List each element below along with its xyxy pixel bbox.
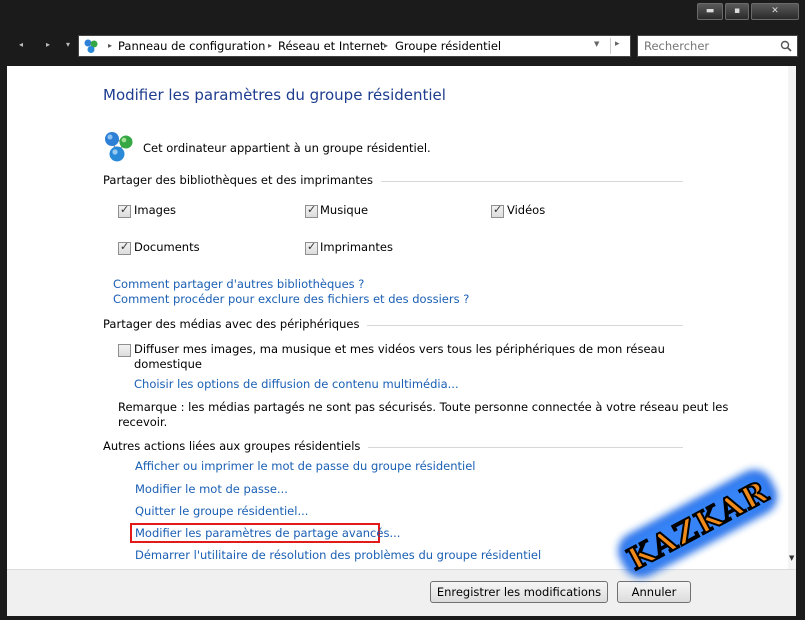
minimize-button[interactable]: ▬ <box>697 3 723 20</box>
breadcrumb-separator[interactable]: ▸ <box>384 39 388 53</box>
title-bar: ▬ ▪ ✕ <box>0 0 805 30</box>
membership-status: Cet ordinateur appartient à un groupe ré… <box>143 141 431 155</box>
search-icon[interactable] <box>780 40 792 52</box>
address-bar[interactable]: ▸ Panneau de configuration ▸ Réseau et I… <box>78 35 631 57</box>
change-password-link[interactable]: Modifier le mot de passe... <box>135 482 288 496</box>
videos-checkbox[interactable] <box>491 203 504 218</box>
advanced-sharing-settings-link[interactable]: Modifier les paramètres de partage avanc… <box>135 526 400 540</box>
stream-media-label[interactable]: Diffuser mes images, ma musique et mes v… <box>134 342 665 356</box>
recent-pages-button[interactable]: ▾ <box>66 39 70 51</box>
leave-homegroup-link[interactable]: Quitter le groupe résidentiel... <box>135 504 308 518</box>
images-label[interactable]: Images <box>134 203 176 217</box>
media-section-header: Partager des médias avec des périphériqu… <box>103 317 683 333</box>
close-button[interactable]: ✕ <box>751 3 799 20</box>
maximize-button[interactable]: ▪ <box>725 3 749 20</box>
libraries-section-header: Partager des bibliothèques et des imprim… <box>103 173 683 189</box>
breadcrumb-control-panel[interactable]: Panneau de configuration <box>118 39 265 53</box>
other-actions-section-title: Autres actions liées aux groupes résiden… <box>103 439 369 453</box>
media-streaming-options-link[interactable]: Choisir les options de diffusion de cont… <box>134 377 459 391</box>
breadcrumb-network-internet[interactable]: Réseau et Internet <box>278 39 385 53</box>
security-note: Remarque : les médias partagés ne sont p… <box>118 400 729 414</box>
breadcrumb-homegroup[interactable]: Groupe résidentiel <box>395 39 501 53</box>
search-box[interactable] <box>637 35 798 57</box>
other-actions-section-header: Autres actions liées aux groupes résiden… <box>103 439 683 455</box>
breadcrumb-separator[interactable]: ▸ <box>108 39 112 53</box>
homegroup-icon <box>84 39 98 53</box>
images-checkbox[interactable] <box>118 203 131 218</box>
exclude-files-link[interactable]: Comment procéder pour exclure des fichie… <box>113 292 469 306</box>
videos-label[interactable]: Vidéos <box>507 203 545 217</box>
music-label[interactable]: Musique <box>320 203 368 217</box>
back-button[interactable]: ◂ <box>19 39 23 51</box>
chevron-down-icon[interactable]: ▼ <box>594 40 599 48</box>
stream-media-checkbox[interactable] <box>118 344 131 357</box>
breadcrumb-separator[interactable]: ▸ <box>268 39 272 53</box>
music-checkbox[interactable] <box>305 203 318 218</box>
media-section-title: Partager des médias avec des périphériqu… <box>103 317 368 331</box>
watermark-logo: KAZKAR <box>618 469 778 579</box>
printers-checkbox[interactable] <box>305 240 318 255</box>
refresh-icon[interactable]: ▸ <box>615 39 620 49</box>
navigation-bar: ◂ ▸ ▾ ▸ Panneau de configuration ▸ Résea… <box>0 30 805 62</box>
printers-label[interactable]: Imprimantes <box>320 240 393 254</box>
security-note-cont: recevoir. <box>118 415 168 429</box>
documents-checkbox[interactable] <box>118 240 131 255</box>
libraries-section-title: Partager des bibliothèques et des imprim… <box>103 173 381 187</box>
save-changes-button[interactable]: Enregistrer les modifications <box>430 581 608 603</box>
troubleshooter-link[interactable]: Démarrer l'utilitaire de résolution des … <box>135 548 541 562</box>
stream-media-label-cont[interactable]: domestique <box>134 357 202 371</box>
forward-button[interactable]: ▸ <box>46 39 50 51</box>
view-print-password-link[interactable]: Afficher ou imprimer le mot de passe du … <box>135 459 476 473</box>
homegroup-icon <box>105 132 133 162</box>
documents-label[interactable]: Documents <box>134 240 200 254</box>
page-title: Modifier les paramètres du groupe réside… <box>103 86 446 104</box>
share-other-libraries-link[interactable]: Comment partager d'autres bibliothèques … <box>113 277 364 291</box>
address-divider <box>610 38 611 54</box>
search-input[interactable] <box>644 38 774 54</box>
